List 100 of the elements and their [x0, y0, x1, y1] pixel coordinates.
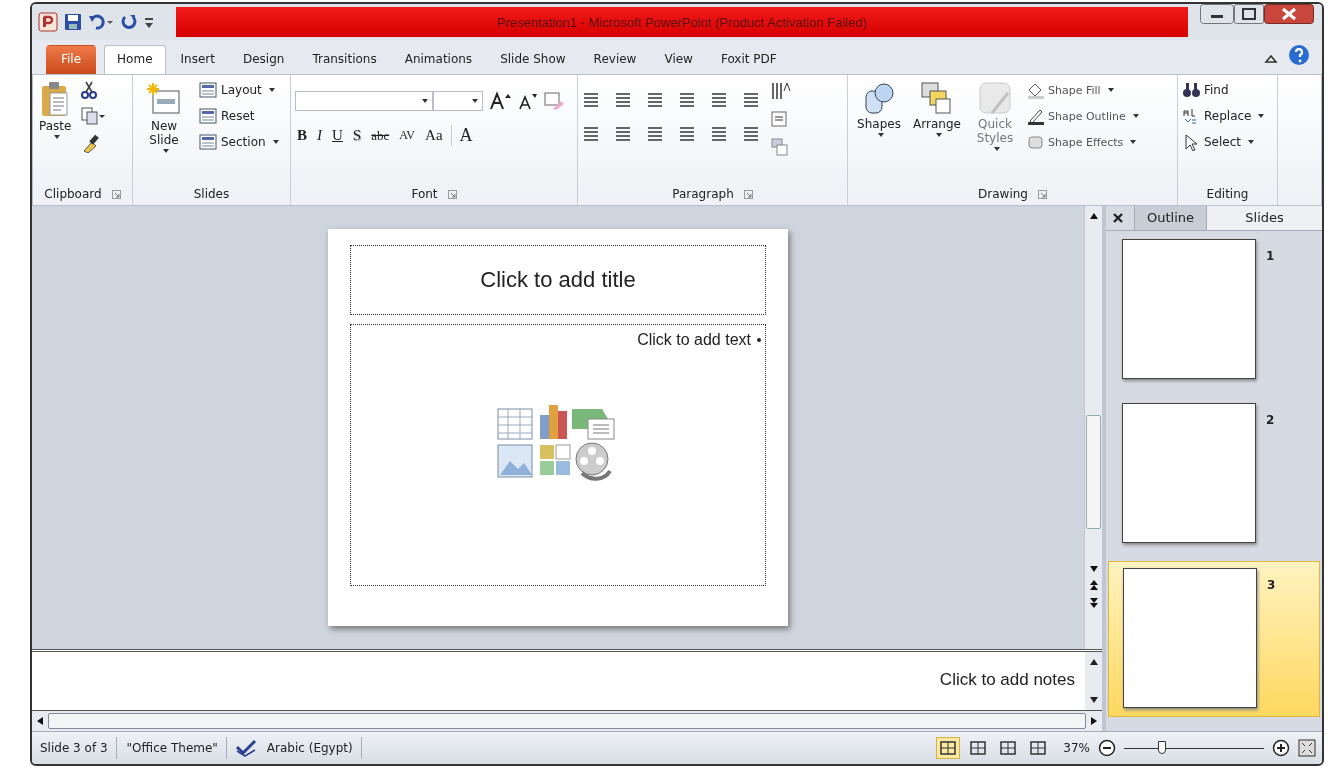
slider-thumb[interactable] — [1157, 741, 1166, 754]
zoom-out-icon[interactable] — [1098, 739, 1116, 757]
ribbon-tab[interactable]: Review — [580, 45, 650, 74]
scroll-down-icon[interactable] — [1088, 565, 1099, 573]
minimize-icon[interactable] — [1200, 4, 1234, 24]
clipboard-icon — [40, 81, 71, 117]
help-icon[interactable] — [1288, 44, 1310, 66]
replace-button[interactable]: Replace — [1182, 107, 1265, 125]
scroll-up-icon[interactable] — [1088, 212, 1099, 220]
dialog-launcher-icon[interactable] — [111, 189, 121, 199]
save-icon[interactable] — [64, 13, 82, 31]
undo-icon[interactable] — [88, 13, 114, 31]
content-placeholder[interactable]: Click to add text — [350, 324, 766, 586]
zoom-level[interactable]: 37% — [1063, 741, 1090, 755]
find-button[interactable]: Find — [1182, 81, 1265, 99]
slide-thumbnail[interactable] — [1122, 239, 1256, 379]
previous-slide-icon[interactable] — [1088, 579, 1099, 591]
ribbon-tab[interactable]: Home — [104, 45, 166, 74]
zoom-in-icon[interactable] — [1272, 739, 1290, 757]
slide-number: 2 — [1266, 412, 1275, 427]
slide-thumbnail[interactable] — [1122, 403, 1256, 543]
window-title: Presentation1 - Microsoft PowerPoint (Product Activation Failed) — [497, 14, 867, 30]
scroll-up-icon — [1088, 658, 1099, 666]
select-button[interactable]: Select — [1182, 133, 1265, 151]
powerpoint-logo-icon[interactable] — [38, 12, 58, 32]
format-painter-icon[interactable] — [81, 133, 100, 153]
text-direction-icon[interactable] — [770, 81, 792, 101]
fit-to-window-icon[interactable] — [1298, 739, 1316, 757]
center-icon[interactable] — [582, 125, 600, 143]
grow-font-icon[interactable] — [489, 91, 511, 111]
ribbon-tab[interactable]: Transitions — [299, 45, 390, 74]
section-icon — [199, 133, 217, 151]
shape-outline-icon — [1026, 107, 1044, 125]
redo-icon[interactable] — [120, 13, 138, 31]
ribbon-tab[interactable]: Design — [229, 45, 298, 74]
vertical-scrollbar[interactable] — [1084, 206, 1102, 649]
scroll-thumb[interactable] — [1086, 415, 1101, 529]
shrink-font-icon[interactable] — [517, 91, 537, 111]
dialog-launcher-icon[interactable] — [1037, 189, 1047, 199]
align-right-icon[interactable] — [614, 125, 632, 143]
maximize-icon[interactable] — [1234, 4, 1264, 24]
ribbon-tab[interactable]: Foxit PDF — [707, 45, 790, 74]
next-slide-icon[interactable] — [1088, 597, 1099, 609]
close-icon[interactable] — [1264, 4, 1314, 24]
arrange-button[interactable]: Arrange — [910, 79, 964, 139]
character-spacing-button[interactable]: AV — [397, 128, 418, 143]
bold-button[interactable]: B — [295, 127, 309, 144]
arrange-icon — [920, 81, 954, 115]
group-label: Drawing — [978, 187, 1028, 201]
slide-thumbnail-row[interactable]: 3 — [1108, 561, 1320, 717]
group-label: Slides — [193, 187, 230, 201]
placeholder-text: Click to add text — [637, 331, 751, 349]
scroll-thumb[interactable] — [48, 713, 1086, 729]
slide-thumbnail[interactable] — [1123, 568, 1257, 708]
layout-button[interactable]: Layout — [199, 81, 279, 99]
font-name-field[interactable] — [295, 91, 433, 111]
scroll-left-icon — [36, 716, 44, 726]
ribbon-tab[interactable]: Slide Show — [487, 45, 579, 74]
paste-button[interactable]: Paste — [37, 79, 74, 141]
shape-outline-button[interactable]: Shape Outline — [1026, 107, 1139, 125]
slide-thumbnail-row[interactable]: 1 — [1108, 233, 1320, 387]
shape-fill-button[interactable]: Shape Fill — [1026, 81, 1139, 99]
group-label: Clipboard — [44, 187, 102, 201]
shape-effects-button[interactable]: Shape Effects — [1026, 133, 1139, 151]
shadow-button[interactable]: S — [350, 127, 364, 144]
pane-tab[interactable]: Outline — [1134, 206, 1207, 230]
ribbon-tab[interactable]: Animations — [391, 45, 486, 74]
spelling-check-icon[interactable] — [234, 739, 257, 757]
copy-icon[interactable] — [81, 107, 106, 125]
italic-button[interactable]: I — [315, 127, 324, 144]
align-left-icon[interactable] — [742, 91, 760, 109]
shapes-button[interactable]: Shapes — [852, 79, 906, 139]
scissors-icon[interactable] — [81, 81, 98, 99]
quick-styles-icon — [978, 81, 1012, 115]
title-placeholder[interactable]: Click to add title — [350, 245, 766, 315]
group-label: Paragraph — [672, 187, 734, 201]
binoculars-icon — [1182, 81, 1200, 99]
section-button[interactable]: Section — [199, 133, 279, 151]
dialog-launcher-icon[interactable] — [743, 189, 753, 199]
ribbon-tab[interactable]: View — [651, 45, 706, 74]
dialog-launcher-icon[interactable] — [447, 189, 457, 199]
font-size-field[interactable] — [433, 91, 483, 111]
ribbon-tab[interactable]: Insert — [167, 45, 228, 74]
close-icon[interactable] — [1112, 212, 1124, 224]
status-text: Slide 3 of 3 — [38, 737, 117, 759]
strikethrough-button[interactable]: abc — [369, 127, 392, 144]
normal-view-icon[interactable] — [937, 738, 960, 758]
pane-tab[interactable]: Slides — [1206, 206, 1322, 230]
slide-thumbnail-row[interactable]: 2 — [1108, 397, 1320, 551]
change-case-button[interactable]: Aa — [423, 127, 445, 144]
notes-scrollbar[interactable] — [1085, 652, 1102, 710]
underline-button[interactable]: U — [330, 127, 345, 144]
new-slide-button[interactable]: New Slide — [137, 79, 191, 155]
font-color-button[interactable]: A — [450, 125, 475, 146]
justify-icon[interactable] — [646, 125, 664, 143]
notes-placeholder: Click to add notes — [939, 670, 1075, 690]
reset-button[interactable]: Reset — [199, 107, 279, 125]
minimize-ribbon-icon[interactable] — [1264, 52, 1278, 66]
file-tab[interactable]: File — [46, 45, 97, 74]
shape-fill-icon — [1026, 81, 1044, 99]
